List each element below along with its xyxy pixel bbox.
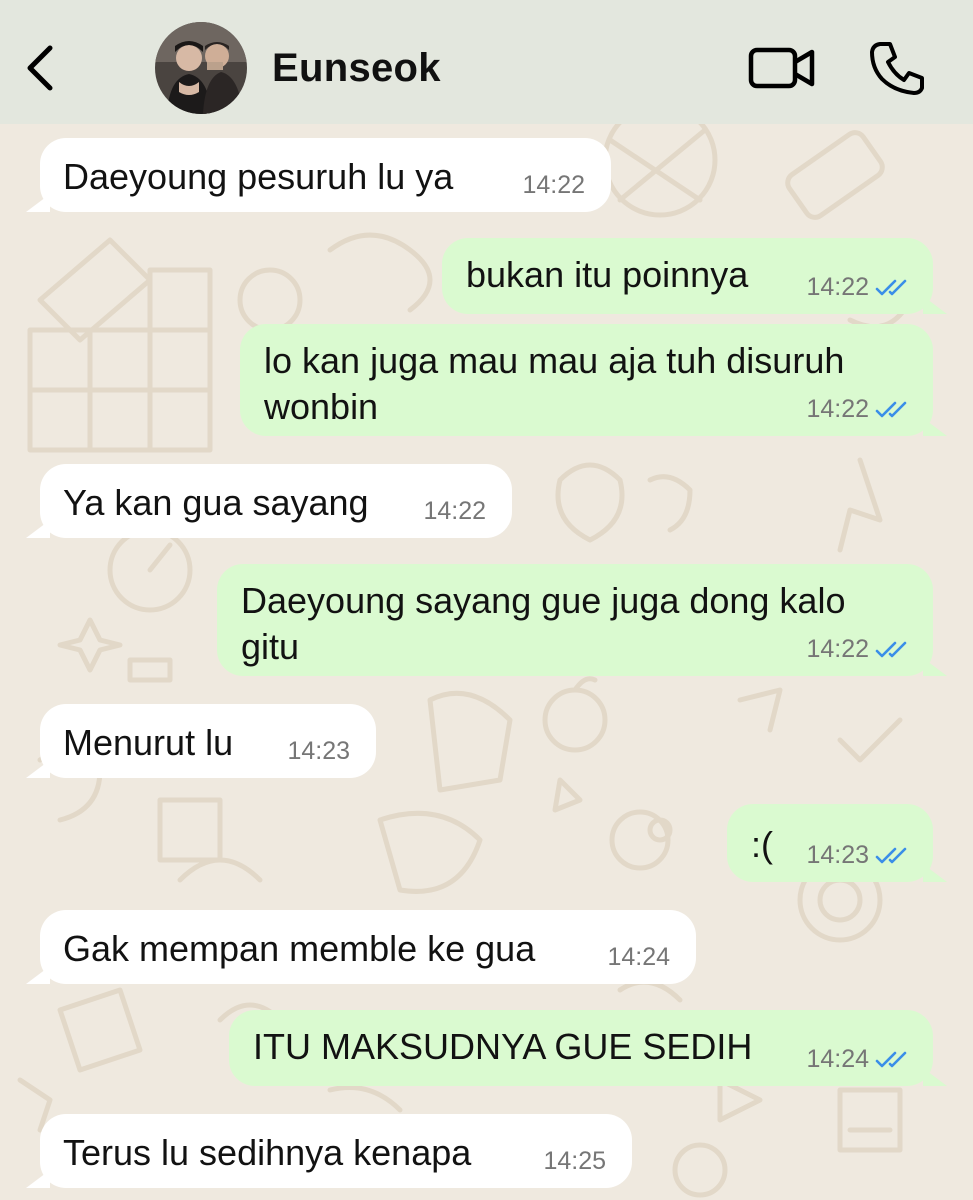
message-meta: 14:23 bbox=[806, 841, 911, 870]
message-meta: 14:22 bbox=[423, 497, 486, 526]
incoming-message-bubble[interactable]: Ya kan gua sayang 14:22 bbox=[26, 464, 512, 538]
outgoing-message-bubble[interactable]: :( 14:23 bbox=[727, 804, 947, 882]
message-meta: 14:25 bbox=[543, 1147, 606, 1176]
video-camera-icon[interactable] bbox=[748, 44, 816, 92]
outgoing-message-bubble[interactable]: ITU MAKSUDNYA GUE SEDIH 14:24 bbox=[229, 1010, 947, 1086]
message-time: 14:22 bbox=[522, 171, 585, 199]
incoming-message-bubble[interactable]: Menurut lu 14:23 bbox=[26, 704, 376, 778]
incoming-message-bubble[interactable]: Terus lu sedihnya kenapa 14:25 bbox=[26, 1114, 632, 1188]
double-check-icon bbox=[875, 641, 907, 657]
outgoing-message-bubble[interactable]: Daeyoung sayang gue juga dong kalo gitu … bbox=[217, 564, 947, 676]
double-check-icon bbox=[875, 279, 907, 295]
phone-icon[interactable] bbox=[868, 40, 926, 96]
outgoing-message-bubble[interactable]: bukan itu poinnya 14:22 bbox=[442, 238, 947, 314]
double-check-icon bbox=[875, 1051, 907, 1067]
message-text: Daeyoung pesuruh lu ya bbox=[63, 156, 454, 197]
incoming-message-bubble[interactable]: Gak mempan memble ke gua 14:24 bbox=[26, 910, 696, 984]
message-meta: 14:22 bbox=[806, 395, 911, 424]
message-meta: 14:22 bbox=[522, 171, 585, 200]
message-meta: 14:22 bbox=[806, 273, 911, 302]
message-time: 14:23 bbox=[287, 737, 350, 765]
message-meta: 14:22 bbox=[806, 635, 911, 664]
message-time: 14:24 bbox=[806, 1045, 869, 1073]
double-check-icon bbox=[875, 401, 907, 417]
message-text: Terus lu sedihnya kenapa bbox=[63, 1132, 472, 1173]
message-time: 14:24 bbox=[607, 943, 670, 971]
message-meta: 14:24 bbox=[806, 1045, 911, 1074]
message-time: 14:23 bbox=[806, 841, 869, 869]
message-time: 14:22 bbox=[806, 635, 869, 663]
chevron-left-icon[interactable] bbox=[22, 42, 58, 94]
message-meta: 14:24 bbox=[607, 943, 670, 972]
outgoing-message-bubble[interactable]: lo kan juga mau mau aja tuh disuruh wonb… bbox=[240, 324, 947, 436]
avatar[interactable] bbox=[155, 22, 247, 114]
message-time: 14:25 bbox=[543, 1147, 606, 1175]
contact-name[interactable]: Eunseok bbox=[272, 46, 441, 91]
chat-header: Eunseok bbox=[0, 0, 973, 124]
message-time: 14:22 bbox=[806, 395, 869, 423]
message-text: Gak mempan memble ke gua bbox=[63, 928, 536, 969]
message-time: 14:22 bbox=[806, 273, 869, 301]
message-time: 14:22 bbox=[423, 497, 486, 525]
incoming-message-bubble[interactable]: Daeyoung pesuruh lu ya 14:22 bbox=[26, 138, 611, 212]
double-check-icon bbox=[875, 847, 907, 863]
avatar-photo bbox=[155, 22, 247, 114]
message-meta: 14:23 bbox=[287, 737, 350, 766]
